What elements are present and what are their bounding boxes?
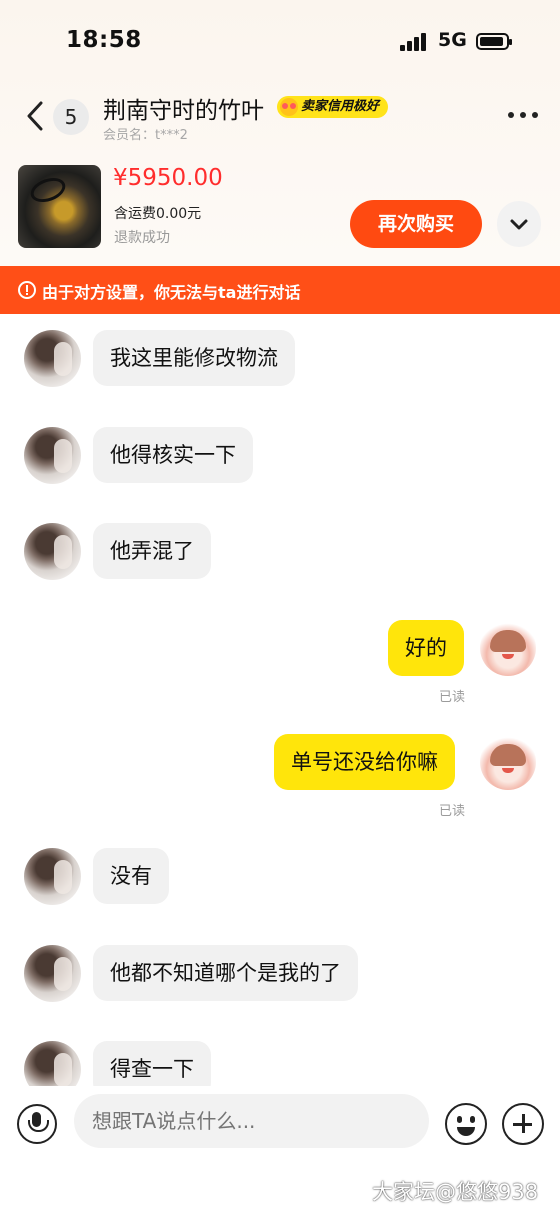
voice-button[interactable]: [17, 1104, 57, 1144]
avatar[interactable]: [24, 848, 81, 905]
restriction-notice: 由于对方设置，你无法与ta进行对话: [0, 266, 560, 314]
notice-text: 由于对方设置，你无法与ta进行对话: [42, 283, 301, 302]
message-bubble[interactable]: 好的: [388, 620, 464, 676]
message-bubble[interactable]: 他弄混了: [93, 523, 211, 579]
network-type: 5G: [438, 29, 467, 51]
expand-button[interactable]: [497, 201, 541, 247]
member-name: 会员名：t***2: [103, 128, 188, 143]
credit-badge-label: 卖家信用极好: [301, 99, 380, 114]
more-dot: [532, 112, 538, 118]
message-bubble[interactable]: 他得核实一下: [93, 427, 253, 483]
warning-icon: [18, 281, 36, 299]
avatar[interactable]: [24, 945, 81, 1002]
product-thumbnail[interactable]: [18, 165, 101, 248]
message-bubble[interactable]: 单号还没给你嘛: [274, 734, 455, 790]
signal-icon: [400, 33, 432, 51]
more-options-button[interactable]: [506, 108, 540, 124]
chevron-left-icon: [27, 101, 43, 131]
avatar[interactable]: [480, 734, 536, 790]
product-price: ¥5950.00: [113, 165, 223, 191]
emoji-button[interactable]: [445, 1103, 487, 1145]
message-bubble[interactable]: 他都不知道哪个是我的了: [93, 945, 358, 1001]
avatar[interactable]: [24, 330, 81, 387]
order-status: 退款成功: [114, 230, 170, 246]
status-time: 18:58: [66, 27, 142, 53]
avatar[interactable]: [480, 620, 536, 676]
read-status: 已读: [439, 804, 466, 819]
message-bubble[interactable]: 我这里能修改物流: [93, 330, 295, 386]
message-bubble[interactable]: 没有: [93, 848, 169, 904]
more-actions-button[interactable]: [502, 1103, 544, 1145]
chevron-down-icon: [510, 219, 528, 230]
buy-again-button[interactable]: 再次购买: [350, 200, 482, 248]
status-bar: 18:58 5G: [0, 0, 560, 80]
avatar[interactable]: [24, 523, 81, 580]
unread-count-badge: 5: [53, 99, 89, 135]
back-button[interactable]: [22, 98, 52, 134]
shipping-fee: 含运费0.00元: [114, 206, 202, 222]
page-title: 荆南守时的竹叶: [103, 98, 264, 124]
more-dots-icon: [508, 112, 514, 118]
credit-badge: 卖家信用极好: [277, 96, 389, 118]
avatar[interactable]: [24, 427, 81, 484]
more-dot: [520, 112, 526, 118]
battery-icon: [476, 33, 512, 50]
smile-icon: [280, 98, 298, 116]
read-status: 已读: [439, 690, 466, 705]
message-input[interactable]: [74, 1094, 429, 1148]
watermark: 大家坛@悠悠938: [372, 1180, 539, 1204]
